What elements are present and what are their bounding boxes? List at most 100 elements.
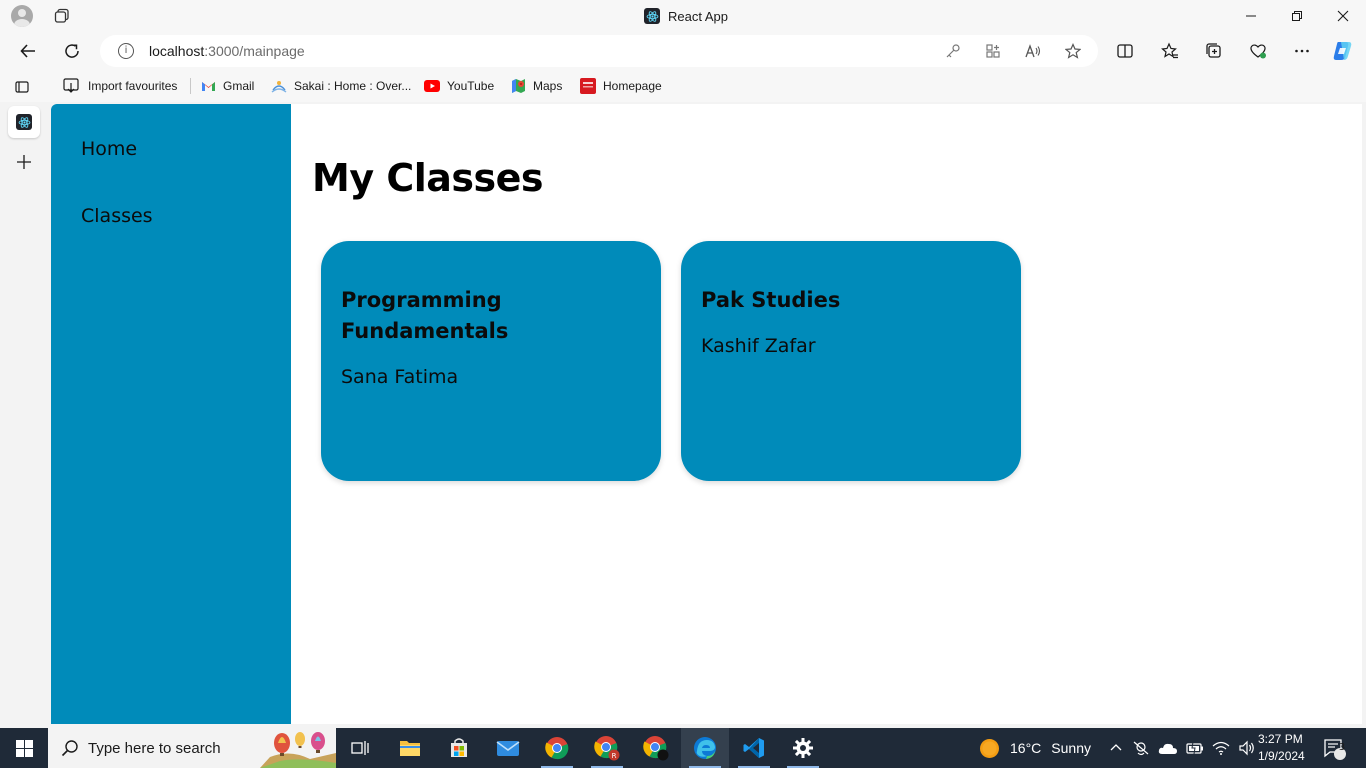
read-aloud-icon[interactable] — [1025, 43, 1041, 59]
favourite-maps[interactable]: Maps — [511, 77, 562, 95]
restore-button[interactable] — [1274, 0, 1320, 32]
restore-icon — [1292, 11, 1302, 21]
gear-icon — [793, 738, 813, 758]
weather-temp: 16°C — [1010, 740, 1042, 756]
heart-pulse-icon — [1250, 44, 1266, 59]
back-button[interactable] — [14, 37, 42, 65]
password-key-icon[interactable] — [945, 43, 961, 59]
taskbar-edge[interactable] — [681, 728, 729, 768]
new-tab-plus-icon[interactable] — [14, 152, 34, 172]
import-icon — [63, 78, 79, 93]
sidebar-item-classes[interactable]: Classes — [81, 205, 153, 227]
notification-center-button[interactable]: 3 — [1322, 728, 1346, 768]
favourite-gmail[interactable]: Gmail — [201, 77, 254, 95]
favourite-homepage[interactable]: Homepage — [580, 77, 662, 95]
refresh-icon — [65, 44, 79, 58]
class-card-pak-studies[interactable]: Pak Studies Kashif Zafar — [681, 241, 1021, 481]
collections-icon — [1206, 43, 1221, 58]
url-text[interactable]: localhost:3000/mainpage — [149, 43, 305, 59]
location-off-icon[interactable] — [1132, 740, 1150, 756]
class-card-title: Programming Fundamentals — [341, 288, 509, 343]
folder-icon — [400, 741, 420, 756]
sidebar-item-home[interactable]: Home — [81, 138, 137, 160]
more-dots-icon — [1295, 49, 1309, 53]
edge-icon — [694, 737, 716, 759]
taskbar-vscode[interactable] — [730, 728, 778, 768]
favourite-youtube[interactable]: YouTube — [424, 77, 494, 95]
task-view-button[interactable] — [336, 728, 384, 768]
tab-actions-icon[interactable] — [15, 80, 29, 94]
window-title: React App — [644, 8, 728, 24]
chevron-up-icon[interactable] — [1108, 740, 1124, 756]
react-logo-icon — [644, 8, 660, 24]
favourite-import[interactable]: Import favourites — [63, 77, 177, 95]
taskbar-chrome[interactable] — [533, 728, 581, 768]
volume-icon[interactable] — [1238, 740, 1256, 756]
browser-essentials-button[interactable] — [1244, 37, 1272, 65]
class-card-title: Pak Studies — [701, 288, 841, 312]
task-view-icon — [351, 741, 369, 755]
address-bar[interactable]: i localhost:3000/mainpage — [100, 35, 1098, 67]
gmail-icon — [202, 82, 215, 91]
class-card-teacher: Sana Fatima — [341, 366, 459, 388]
close-button[interactable] — [1320, 0, 1366, 32]
copilot-button[interactable] — [1329, 37, 1357, 65]
tab-react-app[interactable] — [8, 106, 40, 138]
sidebar: Home Classes — [51, 104, 291, 724]
chrome-icon — [545, 737, 569, 760]
system-tray — [1108, 728, 1256, 768]
taskbar-search-box[interactable]: Type here to search — [48, 728, 336, 768]
weather-condition: Sunny — [1051, 740, 1091, 756]
split-screen-button[interactable] — [1111, 37, 1139, 65]
svg-text:R: R — [612, 752, 617, 760]
clock-date: 1/9/2024 — [1258, 749, 1305, 763]
site-info-icon[interactable]: i — [118, 43, 134, 59]
close-icon — [1337, 10, 1349, 22]
youtube-icon — [424, 80, 440, 92]
clock-time: 3:27 PM — [1258, 732, 1303, 746]
start-button[interactable] — [0, 728, 48, 768]
page-title: My Classes — [312, 156, 544, 200]
onedrive-cloud-icon[interactable] — [1158, 741, 1178, 755]
sakai-icon — [271, 81, 287, 93]
vertical-tabs-rail — [0, 102, 51, 728]
navigation-bar: i localhost:3000/mainpage — [0, 32, 1366, 70]
taskbar-microsoft-store[interactable] — [435, 728, 483, 768]
taskbar-mail[interactable] — [484, 728, 532, 768]
favourites-separator — [190, 78, 191, 94]
settings-more-button[interactable] — [1288, 37, 1316, 65]
taskbar: Type here to search R 16°C Sunny 3:27 PM… — [0, 728, 1366, 768]
refresh-button[interactable] — [58, 37, 86, 65]
back-arrow-icon — [20, 44, 35, 58]
weather-widget[interactable]: 16°C Sunny — [979, 728, 1091, 768]
homepage-icon — [580, 78, 596, 94]
sun-weather-icon — [980, 738, 999, 758]
hot-air-balloons-icon — [260, 732, 336, 768]
app-available-icon[interactable] — [985, 43, 1001, 59]
taskbar-settings[interactable] — [779, 728, 827, 768]
class-card-teacher: Kashif Zafar — [701, 335, 816, 357]
minimize-button[interactable] — [1228, 0, 1274, 32]
favourite-star-icon[interactable] — [1065, 43, 1081, 59]
wifi-icon[interactable] — [1212, 740, 1230, 756]
taskbar-chrome-profile-2[interactable] — [632, 728, 680, 768]
favourites-bar: Import favourites Gmail Sakai : Home : O… — [0, 70, 1366, 102]
class-card-programming-fundamentals[interactable]: Programming Fundamentals Sana Fatima — [321, 241, 661, 481]
split-screen-icon — [1117, 44, 1133, 58]
notification-count-badge: 3 — [1338, 742, 1346, 753]
profile-avatar-icon[interactable] — [11, 5, 33, 27]
battery-icon[interactable] — [1186, 741, 1204, 755]
taskbar-chrome-profile-r[interactable]: R — [583, 728, 631, 768]
favourite-sakai[interactable]: Sakai : Home : Over... — [271, 77, 411, 95]
favourites-icon — [1161, 42, 1178, 59]
favourites-button[interactable] — [1156, 37, 1184, 65]
copilot-icon — [1333, 42, 1352, 60]
window-title-text: React App — [668, 8, 728, 24]
taskbar-file-explorer[interactable] — [386, 728, 434, 768]
workspaces-icon[interactable] — [54, 8, 70, 24]
collections-button[interactable] — [1200, 37, 1228, 65]
store-icon — [451, 738, 467, 757]
search-icon — [61, 740, 78, 757]
taskbar-clock[interactable]: 3:27 PM 1/9/2024 — [1258, 731, 1305, 765]
react-logo-icon — [16, 114, 32, 130]
